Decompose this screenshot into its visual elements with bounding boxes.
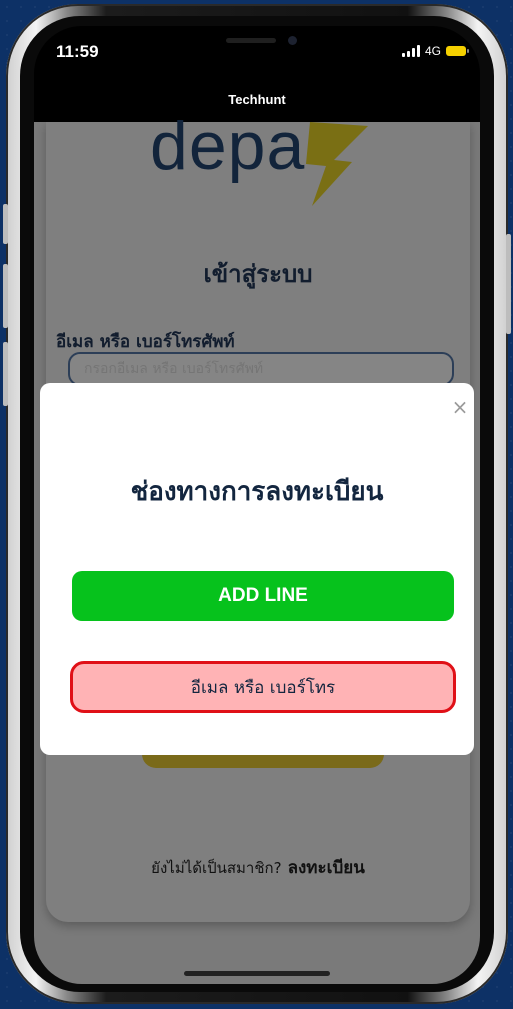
register-link[interactable]: ลงทะเบียน (288, 858, 365, 878)
network-type: 4G (424, 44, 441, 58)
signal-icon (401, 45, 420, 57)
status-time: 11:59 (56, 42, 99, 61)
front-camera (288, 36, 297, 45)
email-phone-button[interactable]: อีเมล หรือ เบอร์โทร (70, 661, 456, 713)
speaker-grille (226, 38, 276, 43)
email-phone-label: อีเมล หรือ เบอร์โทรศัพท์ (56, 332, 235, 352)
notch (184, 26, 330, 60)
phone-side-button (3, 204, 8, 244)
add-line-button[interactable]: ADD LINE (72, 571, 454, 621)
close-icon[interactable]: × (450, 397, 470, 417)
phone-side-button (506, 234, 511, 334)
register-row: ยังไม่ได้เป็นสมาชิก? ลงทะเบียน (46, 854, 470, 881)
modal-title: ช่องทางการลงทะเบียน (130, 477, 384, 507)
login-title: เข้าสู่ระบบ (203, 260, 313, 288)
depa-logo-text: depa (150, 108, 306, 184)
registration-modal: × ช่องทางการลงทะเบียน ADD LINE อีเมล หรื… (40, 383, 474, 755)
home-indicator (184, 971, 330, 976)
email-phone-input[interactable] (68, 352, 454, 386)
phone-screen: 11:59 4G Techhunt depa เข้าสู่ระบบ อีเมล… (34, 26, 480, 984)
phone-side-button (3, 342, 8, 406)
battery-icon (446, 46, 469, 56)
status-icons: 4G (401, 44, 469, 58)
phone-side-button (3, 264, 8, 328)
depa-logo-bolt-icon (306, 122, 368, 206)
register-prompt: ยังไม่ได้เป็นสมาชิก? (151, 859, 282, 877)
status-bar: 11:59 4G (34, 26, 480, 82)
app-title: Techhunt (228, 92, 286, 107)
